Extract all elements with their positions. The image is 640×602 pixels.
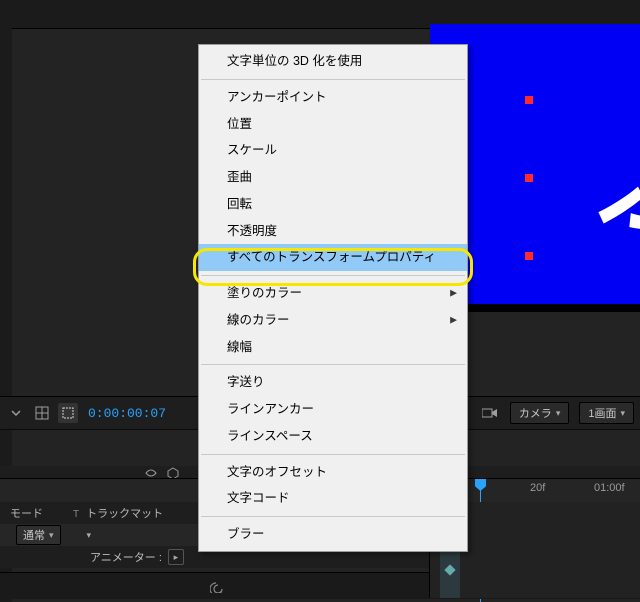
trackmatte-prefix: T [73,509,79,520]
layer-handle[interactable] [525,174,533,182]
menu-separator [201,275,465,276]
menu-item-tracking[interactable]: 字送り [199,369,467,396]
menu-item-position[interactable]: 位置 [199,111,467,138]
view-layout-label: 1画面 [588,405,616,421]
animator-add-button[interactable]: ▸ [168,549,184,565]
camera-icon[interactable] [480,403,500,423]
active-camera-dropdown[interactable]: カメラ ▾ [510,402,570,424]
menu-item-stroke-color[interactable]: 線のカラー [199,307,467,334]
menu-item-opacity[interactable]: 不透明度 [199,218,467,245]
menu-item-enable-3d[interactable]: 文字単位の 3D 化を使用 [199,48,467,75]
preview-text-layer[interactable]: ぶ [596,84,640,258]
menu-item-stroke-width[interactable]: 線幅 [199,334,467,361]
menu-item-char-value[interactable]: 文字コード [199,485,467,512]
blend-mode-value: 通常 [23,527,45,543]
menu-separator [201,516,465,517]
chevron-down-icon: ▾ [49,530,54,541]
menu-item-anchor-point[interactable]: アンカーポイント [199,84,467,111]
chevron-down-icon[interactable]: ▾ [87,530,92,541]
menu-item-line-spacing[interactable]: ラインスペース [199,423,467,450]
menu-item-fill-color[interactable]: 塗りのカラー [199,280,467,307]
menu-separator [201,454,465,455]
menu-item-line-anchor[interactable]: ラインアンカー [199,396,467,423]
ruler-tick: 01:00f [594,482,625,494]
menu-item-scale[interactable]: スケール [199,137,467,164]
chevron-down-icon: ▾ [620,408,625,419]
active-camera-label: カメラ [519,405,552,421]
animator-label: アニメーター : [90,549,162,565]
blend-mode-dropdown[interactable]: 通常 ▾ [16,525,61,545]
menu-item-blur[interactable]: ブラー [199,521,467,548]
ruler-tick: 20f [530,482,545,494]
current-timecode[interactable]: 0:00:00:07 [88,406,166,421]
menu-item-all-transform[interactable]: すべてのトランスフォームプロパティ [199,244,467,271]
view-layout-dropdown[interactable]: 1画面 ▾ [579,402,634,424]
menu-separator [201,364,465,365]
layer-handle[interactable] [525,252,533,260]
chevron-down-icon: ▾ [556,408,561,419]
grid-icon[interactable] [32,403,52,423]
spiral-icon[interactable] [210,577,226,596]
menu-item-skew[interactable]: 歪曲 [199,164,467,191]
mode-column-header[interactable]: モード [10,505,43,521]
animator-context-menu: 文字単位の 3D 化を使用 アンカーポイント 位置 スケール 歪曲 回転 不透明… [198,44,468,552]
menu-item-char-offset[interactable]: 文字のオフセット [199,459,467,486]
trackmatte-column-header[interactable]: トラックマット [86,508,163,520]
menu-item-rotation[interactable]: 回転 [199,191,467,218]
mask-icon[interactable] [58,403,78,423]
menu-separator [201,79,465,80]
chevron-down-icon[interactable] [6,403,26,423]
layer-handle[interactable] [525,96,533,104]
